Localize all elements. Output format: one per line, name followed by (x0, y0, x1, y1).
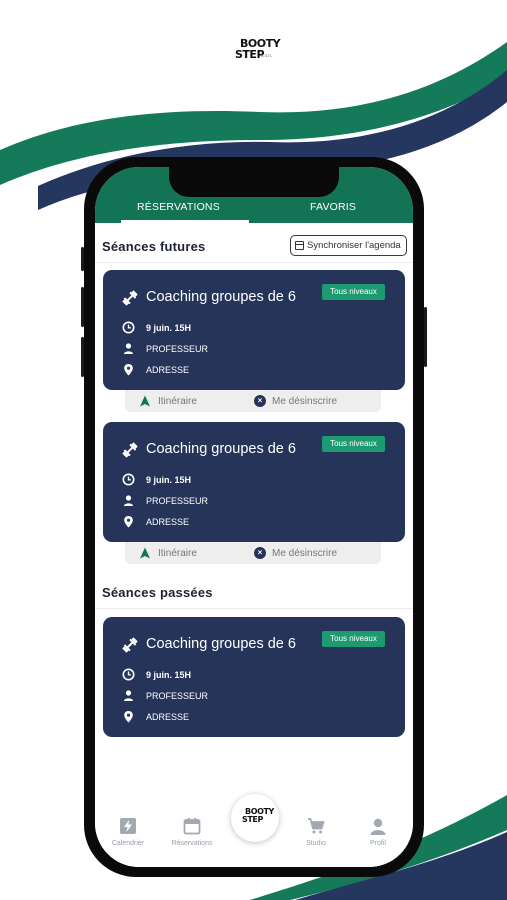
tab-favoris[interactable]: FAVORIS (310, 201, 356, 213)
home-logo-button[interactable]: BOOTY STEP (231, 794, 279, 842)
calendar-icon (295, 241, 304, 250)
session-teacher: PROFESSEUR (146, 691, 209, 701)
session-actions: Itinéraire × Me désinscrire (125, 542, 381, 564)
person-icon (124, 495, 133, 506)
calendar-icon (183, 818, 201, 835)
person-icon (124, 690, 133, 701)
navigation-arrow-icon (140, 547, 150, 559)
clock-icon (122, 668, 135, 681)
level-badge: Tous niveaux (322, 284, 385, 300)
session-card[interactable]: Coaching groupes de 6 Tous niveaux 9 jui… (103, 270, 405, 390)
session-card[interactable]: Coaching groupes de 6 Tous niveaux 9 jui… (103, 617, 405, 737)
phone-notch (169, 167, 339, 197)
location-pin-icon (124, 364, 133, 376)
level-badge: Tous niveaux (322, 631, 385, 647)
session-address: ADRESSE (146, 517, 190, 527)
session-title: Coaching groupes de 6 (146, 441, 296, 457)
future-sessions-title: Séances futures (102, 239, 206, 254)
nav-reservations[interactable]: Réservations (167, 815, 217, 855)
phone-screen: RÉSERVATIONS FAVORIS Séances futures Syn… (95, 167, 413, 867)
clock-icon (122, 473, 135, 486)
person-icon (124, 343, 133, 354)
session-teacher: PROFESSEUR (146, 496, 209, 506)
promo-canvas: BOOTY STEP B.STL RÉSERVATIONS FAVORIS Sé… (0, 0, 507, 900)
nav-calendrier[interactable]: Calendrier (103, 815, 153, 855)
session-title: Coaching groupes de 6 (146, 636, 296, 652)
divider (95, 608, 413, 609)
nav-studio[interactable]: Studio (291, 815, 341, 855)
cart-icon (308, 818, 325, 834)
session-date: 9 juin. 15H (146, 475, 192, 485)
active-tab-indicator (121, 220, 249, 223)
session-teacher: PROFESSEUR (146, 344, 209, 354)
nav-profil[interactable]: Profil (353, 815, 403, 855)
clock-icon (122, 321, 135, 334)
close-circle-icon: × (254, 547, 266, 559)
phone-frame: RÉSERVATIONS FAVORIS Séances futures Syn… (81, 157, 427, 877)
divider (95, 262, 413, 263)
user-icon (370, 818, 386, 835)
bolt-icon (120, 818, 136, 834)
location-pin-icon (124, 711, 133, 723)
session-address: ADRESSE (146, 365, 190, 375)
session-actions: Itinéraire × Me désinscrire (125, 390, 381, 412)
sync-calendar-button[interactable]: Synchroniser l'agenda (290, 235, 407, 256)
session-card[interactable]: Coaching groupes de 6 Tous niveaux 9 jui… (103, 422, 405, 542)
dumbbell-icon (122, 442, 138, 458)
bottom-navigation: Calendrier Réservations BOOTY STEP Studi… (95, 794, 413, 867)
session-address: ADRESSE (146, 712, 190, 722)
session-date: 9 juin. 15H (146, 670, 192, 680)
session-date: 9 juin. 15H (146, 323, 192, 333)
location-pin-icon (124, 516, 133, 528)
close-circle-icon: × (254, 395, 266, 407)
tab-reservations[interactable]: RÉSERVATIONS (137, 201, 220, 213)
level-badge: Tous niveaux (322, 436, 385, 452)
brand-logo: BOOTY STEP B.STL (235, 37, 281, 61)
navigation-arrow-icon (140, 395, 150, 407)
session-title: Coaching groupes de 6 (146, 289, 296, 305)
past-sessions-title: Séances passées (102, 585, 213, 600)
dumbbell-icon (122, 290, 138, 306)
dumbbell-icon (122, 637, 138, 653)
